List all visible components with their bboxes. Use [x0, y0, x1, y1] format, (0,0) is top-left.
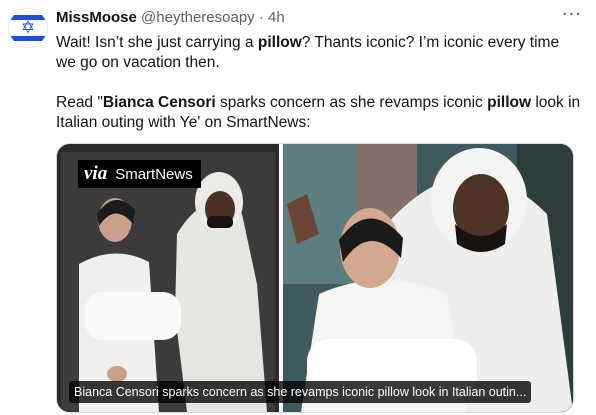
timestamp[interactable]: 4h	[268, 9, 285, 26]
text-run: Wait! Isn’t she just carrying a	[56, 34, 258, 51]
tweet-text: Wait! Isn’t she just carrying a pillow? …	[56, 33, 581, 133]
tweet-header: MissMoose @heytheresoapy · 4h	[56, 9, 556, 27]
highlighted-term: pillow	[257, 34, 302, 51]
display-name[interactable]: MissMoose	[56, 9, 137, 26]
text-run: Read "	[56, 94, 103, 111]
highlighted-term: Bianca Censori	[102, 94, 216, 111]
card-caption[interactable]: Bianca Censori sparks concern as she rev…	[69, 381, 532, 403]
text-run: sparks concern as she revamps iconic	[215, 94, 488, 111]
flag-stripe-top	[9, 15, 47, 20]
tweet-paragraph-2: Read "Bianca Censori sparks concern as s…	[56, 93, 581, 133]
more-options-icon[interactable]: ···	[562, 4, 582, 25]
separator-dot: ·	[258, 9, 264, 26]
avatar[interactable]: ✡	[8, 8, 48, 48]
user-handle[interactable]: @heytheresoapy	[141, 9, 255, 26]
link-preview-card[interactable]: via SmartNews Bianca Censori sparks conc…	[56, 143, 574, 413]
highlighted-term: pillow	[487, 94, 532, 111]
flag-stripe-bottom	[9, 36, 47, 41]
via-label: via	[84, 163, 108, 184]
tweet-paragraph-1: Wait! Isn’t she just carrying a pillow? …	[56, 33, 581, 73]
source-name: SmartNews	[115, 165, 193, 183]
smartnews-badge: via SmartNews	[78, 160, 201, 188]
star-of-david-icon: ✡	[20, 17, 36, 38]
